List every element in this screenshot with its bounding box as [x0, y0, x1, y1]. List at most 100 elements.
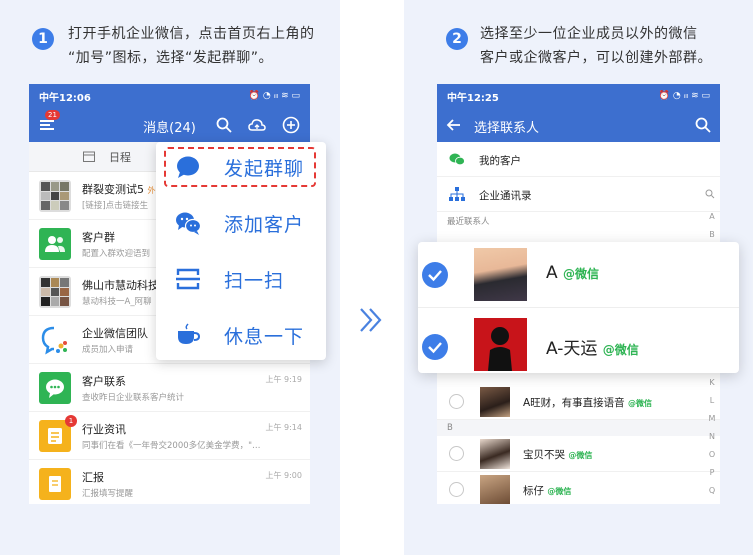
chat-preview: 查收昨日企业联系客户统计: [82, 393, 185, 403]
plus-popup-menu: 发起群聊 添加客户 扫一扫 休息一下: [156, 142, 326, 360]
alpha-index-letter[interactable]: A: [707, 212, 717, 221]
page-title: 消息(24): [143, 121, 196, 136]
step-2-line-2: 客户或企微客户，可以创建外部群。: [480, 50, 712, 66]
step-1-line-1: 打开手机企业微信，点击首页右上角的: [68, 26, 315, 42]
customer-contact-icon: [39, 372, 71, 404]
cloud-icon[interactable]: [248, 116, 266, 134]
external-tag: 外: [147, 186, 156, 195]
search-icon[interactable]: [694, 116, 712, 134]
contact-row[interactable]: 标仔 @微信: [437, 472, 720, 504]
chat-title: 行业资讯: [82, 423, 126, 436]
take-a-break-item[interactable]: 休息一下: [156, 310, 326, 360]
check-icon: [428, 342, 442, 354]
back-arrow-icon[interactable]: [445, 116, 463, 134]
chat-title: 汇报: [82, 471, 104, 484]
start-group-chat-item[interactable]: 发起群聊: [156, 142, 326, 192]
wechat-tag: @微信: [602, 343, 639, 357]
chat-row[interactable]: 汇报 汇报填写提醒 上午 9:00: [29, 460, 310, 504]
index-search-icon[interactable]: [705, 189, 715, 199]
add-customer-icon: [176, 212, 202, 235]
chat-time: 上午 9:19: [265, 375, 302, 384]
select-radio[interactable]: [449, 394, 464, 409]
wechat-tag: @微信: [628, 399, 653, 408]
alpha-index-letter[interactable]: N: [707, 432, 717, 441]
selected-contacts-card: A @微信 A-天运 @微信: [418, 242, 739, 373]
app-bar: 21 消息(24): [29, 108, 310, 142]
alpha-index-letter[interactable]: L: [707, 396, 717, 405]
section-header-b: B: [437, 420, 720, 436]
alpha-index-letter[interactable]: B: [707, 230, 717, 239]
contact-name-text: 宝贝不哭: [523, 449, 565, 461]
wecom-team-icon: [39, 324, 71, 356]
contact-avatar: [474, 318, 527, 371]
chat-bubble-icon: [177, 156, 199, 178]
status-bar: 中午12:06 ⏰ ◔ ᵢₗₗ ≋ ▭: [29, 84, 310, 108]
group-avatar: [39, 180, 71, 212]
contact-row[interactable]: A旺财，有事直接语音 @微信: [437, 384, 720, 420]
check-icon: [428, 270, 442, 282]
contact-avatar: [480, 475, 510, 504]
recent-contacts-header: 最近联系人: [437, 212, 720, 232]
popup-item-label: 扫一扫: [224, 270, 285, 292]
select-radio[interactable]: [449, 446, 464, 461]
select-radio[interactable]: [449, 482, 464, 497]
chat-preview: 慧动科技一A_阿聊: [82, 297, 152, 307]
status-bar: 中午12:25 ⏰ ◔ ᵢₗₗ ≋ ▭: [437, 84, 720, 108]
contact-avatar: [474, 248, 527, 301]
my-customers-row[interactable]: 我的客户: [437, 142, 720, 177]
alpha-index-letter[interactable]: K: [707, 378, 717, 387]
contact-name: 宝贝不哭 @微信: [523, 447, 592, 462]
step-1-panel: 1 打开手机企业微信，点击首页右上角的 “加号”图标，选择“发起群聊”。 中午1…: [0, 0, 340, 555]
checked-checkbox[interactable]: [422, 334, 448, 360]
selected-contact-row[interactable]: A @微信: [418, 242, 739, 308]
step-2-instructions: 选择至少一位企业成员以外的微信 客户或企微客户，可以创建外部群。: [480, 22, 712, 70]
directory-row[interactable]: 企业通讯录: [437, 177, 720, 212]
page-title: 选择联系人: [474, 121, 540, 136]
wechat-tag: @微信: [563, 267, 600, 281]
checked-checkbox[interactable]: [422, 262, 448, 288]
step-2-number: 2: [446, 28, 468, 50]
contact-avatar: [480, 439, 510, 469]
plus-icon[interactable]: [282, 116, 300, 134]
contact-name: 标仔 @微信: [523, 483, 571, 498]
alpha-index-letter[interactable]: Q: [707, 486, 717, 495]
customer-group-icon: [39, 228, 71, 260]
contact-avatar: [480, 387, 510, 417]
chat-preview: 同事们在看《一年骨交2000多亿美金学费，"…: [82, 441, 261, 451]
wechat-tag: @微信: [547, 487, 572, 496]
selected-contact-row[interactable]: A-天运 @微信: [418, 312, 739, 373]
chat-preview: 成员加入申请: [82, 345, 134, 355]
calendar-icon: [83, 151, 95, 162]
chat-row[interactable]: 1 行业资讯 同事们在看《一年骨交2000多亿美金学费，"… 上午 9:14: [29, 412, 310, 460]
directory-label: 企业通讯录: [479, 190, 532, 202]
chat-time: 上午 9:14: [265, 423, 302, 432]
my-customers-label: 我的客户: [479, 155, 521, 167]
chat-preview: [链接]点击链接生: [82, 201, 149, 211]
alpha-index-letter[interactable]: P: [707, 468, 717, 477]
contact-row[interactable]: 宝贝不哭 @微信: [437, 436, 720, 472]
step-1-number: 1: [32, 28, 54, 50]
schedule-label: 日程: [109, 150, 131, 164]
alpha-index-letter[interactable]: O: [707, 450, 717, 459]
chat-preview: 汇报填写提醒: [82, 489, 134, 499]
contact-name: A旺财，有事直接语音 @微信: [523, 395, 652, 410]
chat-title: 客户联系: [82, 375, 126, 388]
wechat-icon: [449, 153, 465, 166]
search-icon[interactable]: [215, 116, 233, 134]
add-customer-item[interactable]: 添加客户: [156, 198, 326, 248]
contact-name-text: A: [546, 263, 558, 283]
contact-name-text: 标仔: [523, 485, 544, 497]
alpha-index-letter[interactable]: M: [707, 414, 717, 423]
chat-time: 上午 9:00: [265, 471, 302, 480]
chat-title: 佛山市慧动科技: [82, 279, 159, 292]
status-icons: ⏰ ◔ ᵢₗₗ ≋ ▭: [658, 91, 710, 101]
popup-item-label: 发起群聊: [224, 158, 305, 180]
chat-row[interactable]: 客户联系 查收昨日企业联系客户统计 上午 9:19: [29, 364, 310, 412]
scan-item[interactable]: 扫一扫: [156, 254, 326, 304]
step-1-instructions: 打开手机企业微信，点击首页右上角的 “加号”图标，选择“发起群聊”。: [68, 22, 315, 70]
chat-title-text: 群裂变测试5: [82, 183, 144, 196]
chat-preview: 配置入群欢迎语到: [82, 249, 151, 259]
contact-name-text: A旺财，有事直接语音: [523, 397, 625, 409]
report-icon: [39, 468, 71, 500]
status-time: 中午12:25: [447, 92, 499, 104]
